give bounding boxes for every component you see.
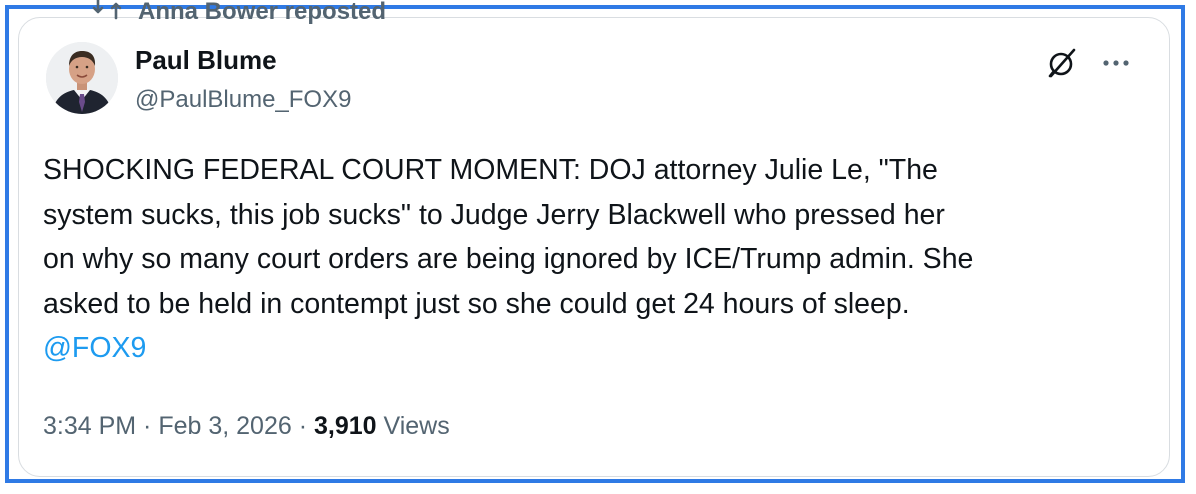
- tweet-date[interactable]: Feb 3, 2026: [158, 412, 291, 440]
- meta-separator: ·: [291, 412, 314, 440]
- tweet-line: system sucks, this job sucks" to Judge J…: [43, 198, 945, 231]
- user-handle[interactable]: @PaulBlume_FOX9: [135, 86, 351, 114]
- tweet-line: asked to be held in contempt just so she…: [43, 287, 910, 320]
- tweet-line: SHOCKING FEDERAL COURT MOMENT: DOJ attor…: [43, 154, 938, 186]
- views-count: 3,910: [313, 412, 377, 440]
- tweet-line: on why so many court orders are being ig…: [43, 243, 974, 275]
- repost-text[interactable]: Anna Bower reposted: [138, 0, 386, 26]
- avatar[interactable]: [46, 42, 118, 114]
- meta-separator: ·: [136, 412, 159, 440]
- tweet-metadata: 3:34 PM · Feb 3, 2026 · 3,910 Views: [43, 412, 450, 441]
- views-label: Views: [376, 412, 450, 440]
- repost-header: Anna Bower reposted: [0, 0, 1196, 30]
- repost-icon: [92, 0, 122, 27]
- mention-link[interactable]: @FOX9: [43, 326, 1153, 371]
- more-icon[interactable]: [1096, 43, 1136, 83]
- tweet-text: SHOCKING FEDERAL COURT MOMENT: DOJ attor…: [43, 148, 1153, 371]
- tweet-time[interactable]: 3:34 PM: [43, 412, 136, 440]
- display-name[interactable]: Paul Blume: [135, 45, 277, 76]
- grok-icon[interactable]: [1042, 43, 1082, 83]
